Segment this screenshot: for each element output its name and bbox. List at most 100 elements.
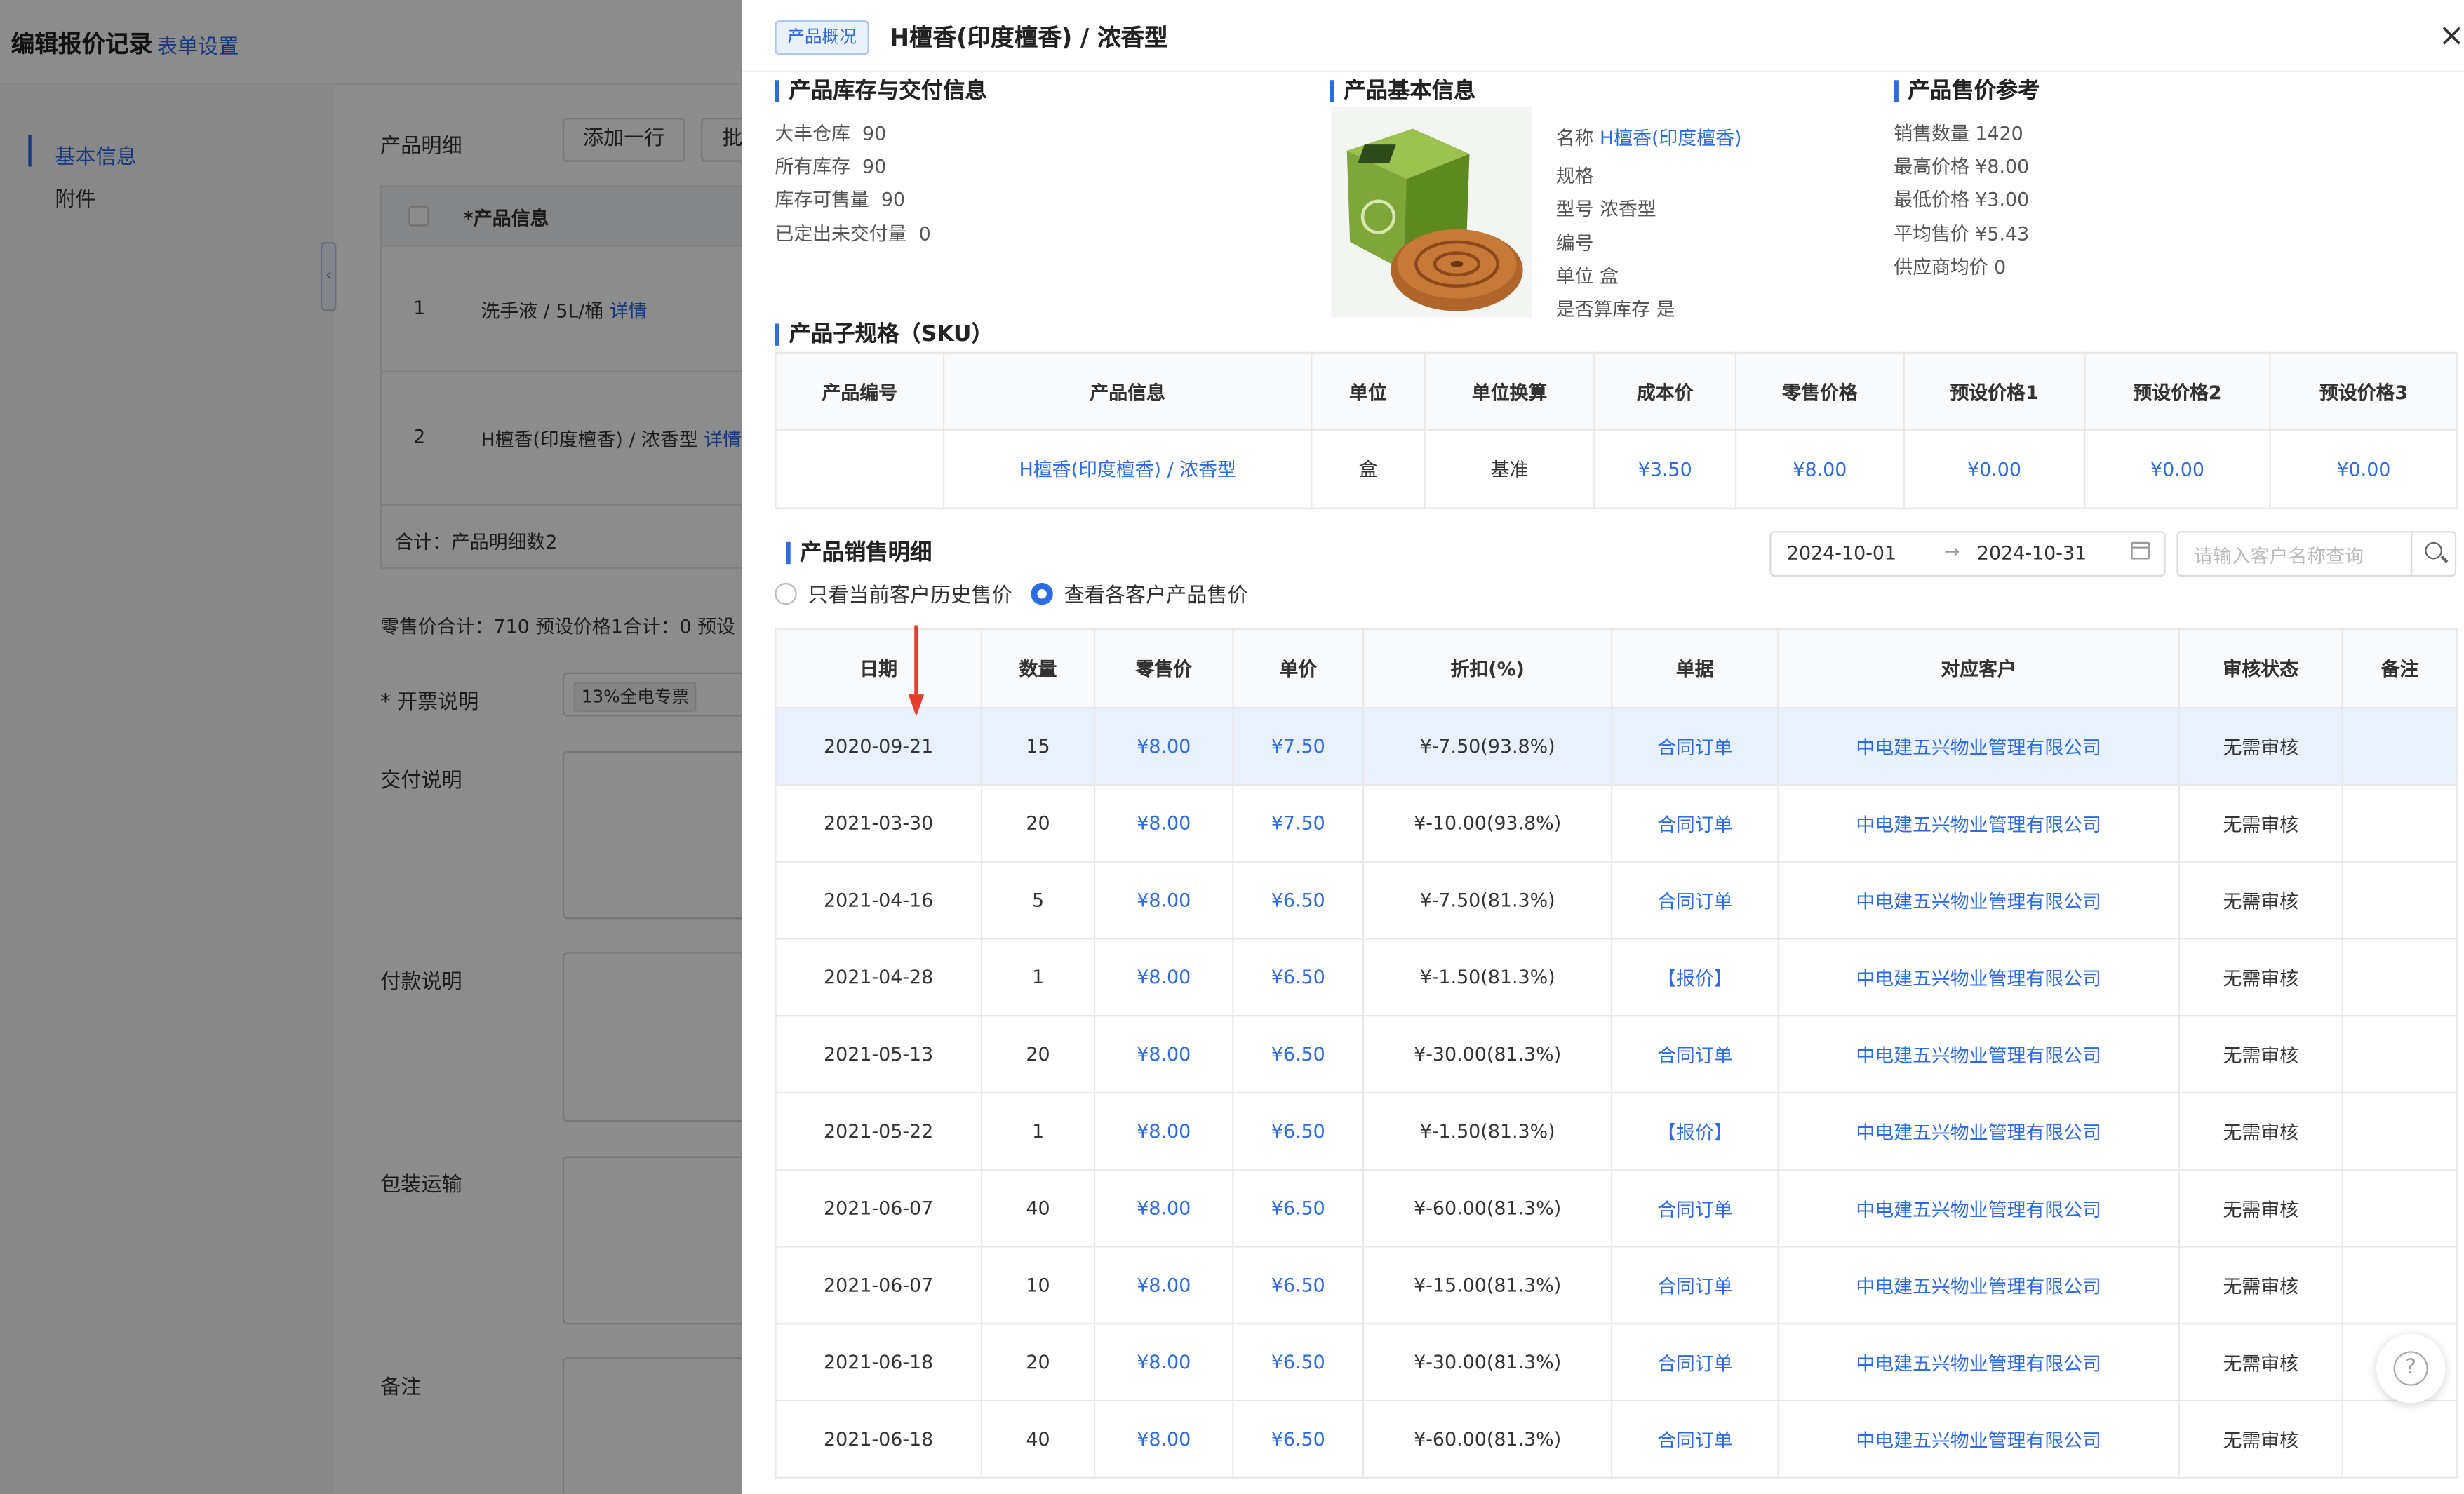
sales-remark — [2341, 1169, 2458, 1248]
sales-customer-link[interactable]: 中电建五兴物业管理有限公司 — [1777, 1091, 2180, 1171]
sales-date: 2020-09-21 — [775, 706, 983, 786]
sales-unit-price: ¥6.50 — [1232, 1091, 1365, 1171]
help-button[interactable]: ? — [2376, 1333, 2446, 1404]
sku-cell: 盒 — [1311, 429, 1426, 509]
sales-row[interactable]: 2021-04-16 5 ¥8.00 ¥6.50 ¥-7.50(81.3%) 合同订单 中电… — [775, 861, 2458, 940]
sales-date: 2021-03-30 — [775, 783, 983, 863]
sku-header-cell: 预设价格3 — [2269, 351, 2458, 431]
price-ref-item: 销售数量 1420 — [1894, 122, 2023, 145]
radio-all-customers[interactable]: 查看各客户产品售价 — [1031, 578, 1248, 608]
modal-overlay[interactable] — [0, 0, 742, 1494]
sales-document-link[interactable]: 合同订单 — [1611, 1323, 1779, 1402]
sales-date: 2021-04-28 — [775, 938, 983, 1017]
sales-date: 2021-04-16 — [775, 861, 983, 940]
sku-cell: 基准 — [1424, 429, 1595, 509]
sales-discount: ¥-1.50(81.3%) — [1362, 938, 1613, 1017]
sales-row[interactable]: 2021-06-07 10 ¥8.00 ¥6.50 ¥-15.00(81.3%) 合同订单… — [775, 1246, 2458, 1325]
product-name-link[interactable]: H檀香(印度檀香) — [1600, 127, 1741, 149]
sales-document-link[interactable]: 合同订单 — [1611, 861, 1779, 940]
calendar-icon[interactable] — [2131, 541, 2150, 560]
sku-product-link[interactable]: H檀香(印度檀香) / 浓香型 — [942, 429, 1313, 509]
date-start[interactable]: 2024-10-01 — [1787, 542, 1896, 564]
sales-remark — [2341, 861, 2458, 940]
drawer-title: H檀香(印度檀香) / 浓香型 — [889, 23, 1168, 52]
price-ref-item: 平均售价 ¥5.43 — [1894, 223, 2030, 245]
radio-current-customer[interactable]: 只看当前客户历史售价 — [775, 578, 1012, 608]
sales-row[interactable]: 2021-06-18 40 ¥8.00 ¥6.50 ¥-60.00(81.3%) 合同订单… — [775, 1399, 2458, 1479]
sales-document-link[interactable]: 合同订单 — [1611, 783, 1779, 863]
sales-date: 2021-05-22 — [775, 1091, 983, 1171]
sku-header-cell: 预设价格2 — [2084, 351, 2271, 431]
sku-cell — [775, 429, 945, 509]
sales-document-link[interactable]: 合同订单 — [1611, 1399, 1779, 1479]
date-range-arrow: → — [1943, 540, 1960, 563]
price-ref-item: 供应商均价 0 — [1894, 256, 2007, 278]
sales-row[interactable]: 2020-09-21 15 ¥8.00 ¥7.50 ¥-7.50(93.8%) 合同订单中… — [775, 706, 2458, 786]
product-image — [1331, 107, 1532, 318]
basic-model: 型号 浓香型 — [1555, 198, 1656, 220]
sales-unit-price: ¥7.50 — [1232, 783, 1365, 863]
sales-customer-link[interactable]: 中电建五兴物业管理有限公司 — [1777, 1015, 2180, 1094]
sales-customer-link[interactable]: 中电建五兴物业管理有限公司 — [1777, 1323, 2180, 1402]
basic-stock-calc: 是否算库存 是 — [1555, 298, 1675, 321]
date-range-picker[interactable]: 2024-10-01 → 2024-10-31 — [1769, 531, 2166, 577]
sales-document-link[interactable]: 合同订单 — [1611, 1169, 1779, 1248]
sales-row[interactable]: 2021-06-07 40 ¥8.00 ¥6.50 ¥-60.00(81.3%) 合同订单… — [775, 1169, 2458, 1248]
sales-remark — [2341, 938, 2458, 1017]
sales-retail-price: ¥8.00 — [1094, 1169, 1234, 1248]
sales-document-link[interactable]: 【报价】 — [1611, 938, 1779, 1017]
sales-row[interactable]: 2021-03-30 20 ¥8.00 ¥7.50 ¥-10.00(93.8%) 合同订单… — [775, 783, 2458, 863]
sales-review-status: 无需审核 — [2178, 1169, 2343, 1248]
sales-review-status: 无需审核 — [2178, 706, 2343, 786]
sales-qty: 40 — [980, 1399, 1096, 1479]
sales-discount: ¥-30.00(81.3%) — [1362, 1015, 1613, 1094]
sales-qty: 1 — [980, 938, 1096, 1017]
sales-row[interactable]: 2021-05-13 20 ¥8.00 ¥6.50 ¥-30.00(81.3%) 合同订单… — [775, 1015, 2458, 1094]
sales-table: 日期 数量 零售价 单价 折扣(%) 单据 对应客户 审核状态 备注 2020-… — [775, 628, 2458, 1479]
sales-customer-link[interactable]: 中电建五兴物业管理有限公司 — [1777, 1399, 2180, 1479]
search-input[interactable]: 请输入客户名称查询 — [2194, 542, 2364, 569]
basic-spec: 规格 — [1555, 165, 1594, 187]
sales-unit-price: ¥6.50 — [1232, 861, 1365, 940]
sales-qty: 40 — [980, 1169, 1096, 1248]
sales-discount: ¥-7.50(93.8%) — [1362, 706, 1613, 786]
sales-customer-link[interactable]: 中电建五兴物业管理有限公司 — [1777, 706, 2180, 786]
sales-remark — [2341, 783, 2458, 863]
sales-row[interactable]: 2021-04-28 1 ¥8.00 ¥6.50 ¥-1.50(81.3%) 【报价】 中电… — [775, 938, 2458, 1017]
sku-header-cell: 单位 — [1311, 351, 1426, 431]
date-end[interactable]: 2024-10-31 — [1977, 542, 2087, 564]
inventory-item: 库存可售量 90 — [775, 188, 906, 211]
sales-retail-price: ¥8.00 — [1094, 1015, 1234, 1094]
sales-customer-link[interactable]: 中电建五兴物业管理有限公司 — [1777, 861, 2180, 940]
sales-unit-price: ¥6.50 — [1232, 1399, 1365, 1479]
customer-search[interactable]: 请输入客户名称查询 — [2176, 531, 2458, 577]
sales-document-link[interactable]: 【报价】 — [1611, 1091, 1779, 1171]
sales-retail-price: ¥8.00 — [1094, 1399, 1234, 1479]
price-ref-item: 最低价格 ¥3.00 — [1894, 188, 2030, 211]
sales-header-cell: 数量 — [980, 628, 1096, 709]
sales-date: 2021-06-07 — [775, 1246, 983, 1325]
sales-customer-link[interactable]: 中电建五兴物业管理有限公司 — [1777, 1246, 2180, 1325]
basic-code: 编号 — [1555, 232, 1594, 255]
sku-section-title: 产品子规格（SKU） — [775, 322, 993, 347]
sales-customer-link[interactable]: 中电建五兴物业管理有限公司 — [1777, 1169, 2180, 1248]
sales-row[interactable]: 2021-05-22 1 ¥8.00 ¥6.50 ¥-1.50(81.3%) 【报价】 中电… — [775, 1091, 2458, 1171]
sales-document-link[interactable]: 合同订单 — [1611, 1015, 1779, 1094]
sales-date: 2021-06-18 — [775, 1323, 983, 1402]
sales-row[interactable]: 2021-06-18 20 ¥8.00 ¥6.50 ¥-30.00(81.3%) 合同订单… — [775, 1323, 2458, 1402]
basic-unit: 单位 盒 — [1555, 265, 1619, 288]
sku-header-cell: 零售价格 — [1734, 351, 1905, 431]
sku-header-cell: 产品信息 — [942, 351, 1313, 431]
sku-header-cell: 单位换算 — [1424, 351, 1595, 431]
search-icon[interactable] — [2411, 531, 2458, 577]
sales-customer-link[interactable]: 中电建五兴物业管理有限公司 — [1777, 783, 2180, 863]
sales-document-link[interactable]: 合同订单 — [1611, 1246, 1779, 1325]
sales-section-title: 产品销售明细 — [786, 541, 932, 565]
close-icon[interactable]: × — [2436, 15, 2464, 53]
sku-cell: ¥8.00 — [1734, 429, 1905, 509]
sales-document-link[interactable]: 合同订单 — [1611, 706, 1779, 786]
sales-customer-link[interactable]: 中电建五兴物业管理有限公司 — [1777, 938, 2180, 1017]
sales-header-cell: 日期 — [775, 628, 983, 709]
sku-cell: ¥0.00 — [2084, 429, 2271, 509]
sales-review-status: 无需审核 — [2178, 1091, 2343, 1171]
